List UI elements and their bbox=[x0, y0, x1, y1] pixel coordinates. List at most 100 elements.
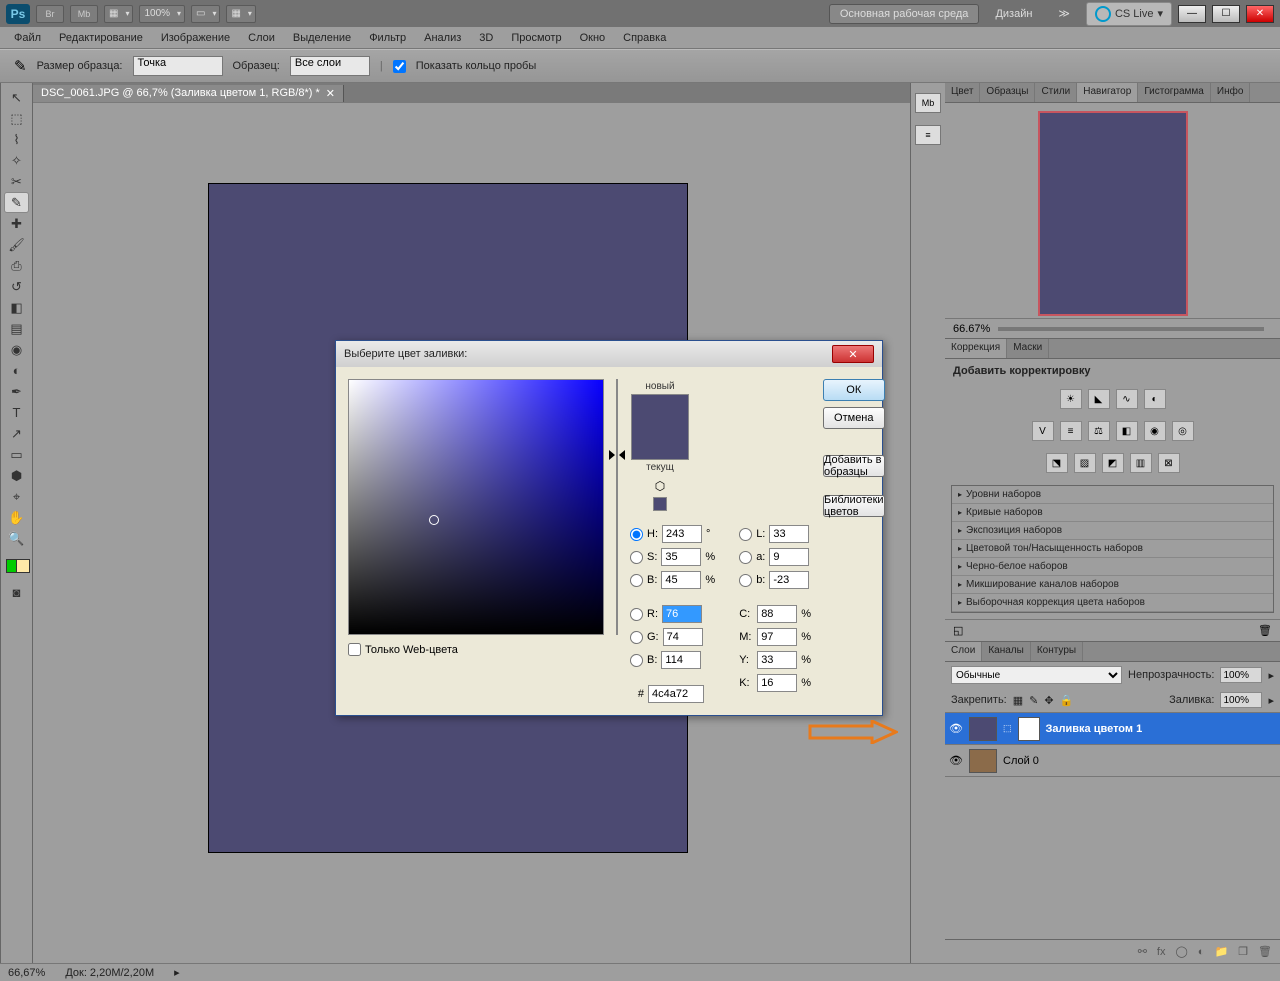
layer-name[interactable]: Слой 0 bbox=[1003, 755, 1039, 767]
move-tool[interactable]: ↖ bbox=[4, 87, 29, 108]
shape-tool[interactable]: ▭ bbox=[4, 444, 29, 465]
adj-toggle-icon[interactable]: ◱ bbox=[953, 624, 963, 637]
path-tool[interactable]: ↗ bbox=[4, 423, 29, 444]
g-radio[interactable] bbox=[630, 631, 643, 644]
hand-tool[interactable]: ✋ bbox=[4, 507, 29, 528]
lock-move-icon[interactable]: ✥ bbox=[1044, 694, 1053, 707]
group-icon[interactable]: 📁 bbox=[1214, 945, 1228, 958]
panel-tab-channels[interactable]: Каналы bbox=[982, 642, 1031, 661]
dialog-titlebar[interactable]: Выберите цвет заливки: ✕ bbox=[336, 341, 882, 367]
panel-tab-swatches[interactable]: Образцы bbox=[980, 83, 1035, 102]
arrange-dropdown[interactable]: ▭ bbox=[191, 5, 220, 23]
b-radio[interactable] bbox=[630, 574, 643, 587]
m-input[interactable] bbox=[757, 628, 797, 646]
gradient-tool[interactable]: ▤ bbox=[4, 318, 29, 339]
selective-icon[interactable]: ⊠ bbox=[1158, 453, 1180, 473]
zoom-tool[interactable]: 🔍 bbox=[4, 528, 29, 549]
panel-tab-styles[interactable]: Стили bbox=[1035, 83, 1077, 102]
preset-curves[interactable]: Кривые наборов bbox=[952, 504, 1273, 522]
workspace-design[interactable]: Дизайн bbox=[985, 5, 1042, 23]
blur-tool[interactable]: ◉ bbox=[4, 339, 29, 360]
color-field[interactable] bbox=[348, 379, 604, 635]
a-input[interactable] bbox=[769, 548, 809, 566]
l-input[interactable] bbox=[769, 525, 809, 543]
crop-tool[interactable]: ✂ bbox=[4, 171, 29, 192]
preset-levels[interactable]: Уровни наборов bbox=[952, 486, 1273, 504]
zoom-dropdown[interactable]: 100% bbox=[139, 5, 185, 23]
adj-trash-icon[interactable]: 🗑 bbox=[1258, 624, 1272, 637]
menu-analysis[interactable]: Анализ bbox=[424, 32, 461, 44]
bridge-icon[interactable]: Br bbox=[36, 5, 64, 23]
lab-b-radio[interactable] bbox=[739, 574, 752, 587]
menu-view[interactable]: Просмотр bbox=[511, 32, 561, 44]
adj-layer-icon[interactable]: ◐ bbox=[1198, 946, 1205, 958]
mixer-icon[interactable]: ◎ bbox=[1172, 421, 1194, 441]
panel-tab-navigator[interactable]: Навигатор bbox=[1077, 83, 1138, 102]
close-button[interactable]: ✕ bbox=[1246, 5, 1274, 23]
minibridge-icon[interactable]: Mb bbox=[70, 5, 98, 23]
type-tool[interactable]: T bbox=[4, 402, 29, 423]
panel-tab-paths[interactable]: Контуры bbox=[1031, 642, 1083, 661]
web-only-checkbox[interactable]: Только Web-цвета bbox=[348, 643, 604, 656]
lab-b-input[interactable] bbox=[769, 571, 809, 589]
sample-select[interactable]: Все слои bbox=[290, 56, 370, 76]
threshold-icon[interactable]: ◩ bbox=[1102, 453, 1124, 473]
bw-icon[interactable]: ◧ bbox=[1116, 421, 1138, 441]
navigator-slider[interactable] bbox=[998, 327, 1264, 331]
visibility-icon[interactable]: 👁 bbox=[949, 754, 963, 767]
lock-all-icon[interactable]: 🔒 bbox=[1060, 694, 1074, 707]
sample-size-select[interactable]: Точка bbox=[133, 56, 223, 76]
3d-cam-tool[interactable]: ⌖ bbox=[4, 486, 29, 507]
preset-mixer[interactable]: Микширование каналов наборов bbox=[952, 576, 1273, 594]
history-brush-tool[interactable]: ↺ bbox=[4, 276, 29, 297]
menu-layers[interactable]: Слои bbox=[248, 32, 275, 44]
current-color-swatch[interactable] bbox=[632, 427, 688, 459]
heal-tool[interactable]: ✚ bbox=[4, 213, 29, 234]
cube-icon[interactable]: ⬡ bbox=[655, 479, 665, 493]
mask-icon[interactable]: ◯ bbox=[1175, 945, 1187, 958]
lasso-tool[interactable]: ⌇ bbox=[4, 129, 29, 150]
menu-select[interactable]: Выделение bbox=[293, 32, 351, 44]
panel-tab-histogram[interactable]: Гистограмма bbox=[1138, 83, 1211, 102]
stamp-tool[interactable]: ⎙ bbox=[4, 255, 29, 276]
eyedropper-tool[interactable]: ✎ bbox=[4, 192, 29, 213]
navigator-thumbnail[interactable] bbox=[1038, 111, 1188, 316]
menu-file[interactable]: Файл bbox=[14, 32, 41, 44]
document-tab[interactable]: DSC_0061.JPG @ 66,7% (Заливка цветом 1, … bbox=[33, 85, 344, 102]
layer-name[interactable]: Заливка цветом 1 bbox=[1046, 723, 1143, 735]
brush-tool[interactable]: 🖌 bbox=[4, 234, 29, 255]
layer-thumb[interactable] bbox=[969, 717, 997, 741]
panel-tab-info[interactable]: Инфо bbox=[1211, 83, 1251, 102]
layer-row[interactable]: 👁 Слой 0 bbox=[945, 745, 1280, 777]
layer-thumb[interactable] bbox=[969, 749, 997, 773]
extras-dropdown[interactable]: ▦ bbox=[226, 5, 255, 23]
panel-tab-masks[interactable]: Маски bbox=[1007, 339, 1049, 358]
layer-mask[interactable] bbox=[1018, 717, 1040, 741]
tab-close-icon[interactable]: ✕ bbox=[326, 87, 335, 100]
history-panel-icon[interactable]: ≡ bbox=[915, 125, 941, 145]
status-doc[interactable]: Док: 2,20M/2,20M bbox=[65, 967, 154, 979]
dialog-close-button[interactable]: ✕ bbox=[832, 345, 874, 363]
menu-help[interactable]: Справка bbox=[623, 32, 666, 44]
photo-filter-icon[interactable]: ◉ bbox=[1144, 421, 1166, 441]
panel-tab-adjustments[interactable]: Коррекция bbox=[945, 339, 1007, 358]
bb-radio[interactable] bbox=[630, 654, 643, 667]
pen-tool[interactable]: ✒ bbox=[4, 381, 29, 402]
quickmask-tool[interactable]: ◙ bbox=[4, 582, 29, 603]
panel-tab-color[interactable]: Цвет bbox=[945, 83, 980, 102]
hue-icon[interactable]: ≡ bbox=[1060, 421, 1082, 441]
h-radio[interactable] bbox=[630, 528, 643, 541]
hex-input[interactable] bbox=[648, 685, 704, 703]
bb-input[interactable] bbox=[661, 651, 701, 669]
show-ring-checkbox[interactable] bbox=[393, 60, 406, 73]
r-input[interactable] bbox=[662, 605, 702, 623]
b-input[interactable] bbox=[661, 571, 701, 589]
posterize-icon[interactable]: ▨ bbox=[1074, 453, 1096, 473]
marquee-tool[interactable]: ⬚ bbox=[4, 108, 29, 129]
fx-icon[interactable]: fx bbox=[1157, 946, 1166, 958]
blend-mode-select[interactable]: Обычные bbox=[951, 666, 1122, 684]
opacity-arrow-icon[interactable]: ▸ bbox=[1268, 669, 1274, 682]
h-input[interactable] bbox=[662, 525, 702, 543]
vibrance-icon[interactable]: V bbox=[1032, 421, 1054, 441]
status-zoom[interactable]: 66,67% bbox=[8, 967, 45, 979]
